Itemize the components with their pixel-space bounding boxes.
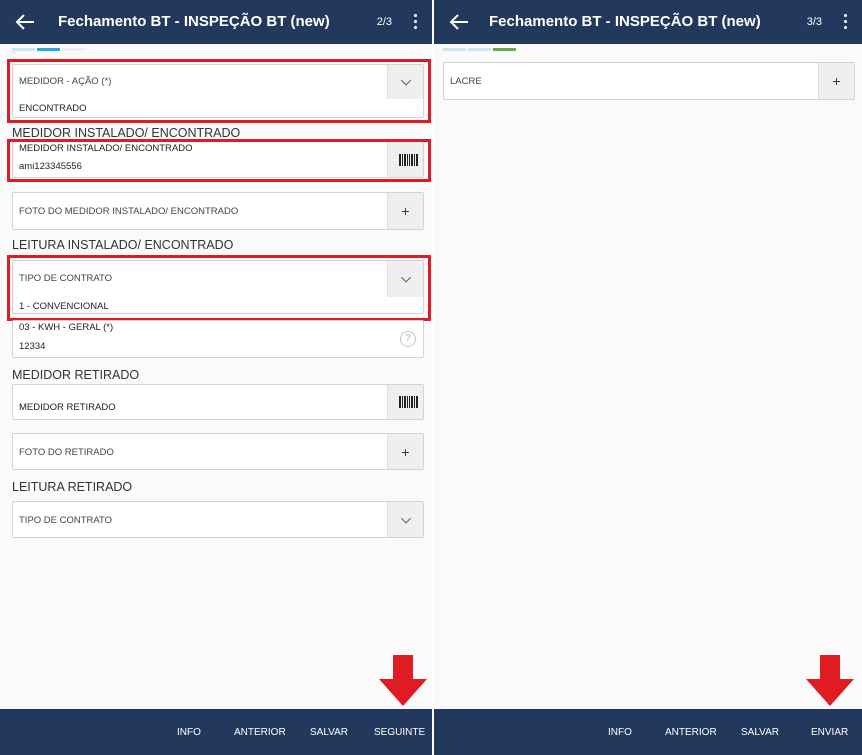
more-vertical-icon[interactable] [842, 14, 848, 30]
send-button[interactable]: ENVIAR [811, 727, 848, 738]
section-title: LEITURA INSTALADO/ ENCONTRADO [12, 238, 234, 252]
app-bar: Fechamento BT - INSPEÇÃO BT (new) 3/3 [434, 0, 862, 44]
plus-icon: + [401, 203, 410, 219]
screen-step-3: Fechamento BT - INSPEÇÃO BT (new) 3/3 LA… [434, 0, 862, 755]
bottom-action-bar: INFO ANTERIOR SALVAR ENVIAR [434, 709, 862, 755]
lacre-field[interactable]: LACRE + [443, 62, 855, 100]
save-button[interactable]: SALVAR [741, 727, 779, 738]
previous-button[interactable]: ANTERIOR [234, 727, 286, 738]
app-bar: Fechamento BT - INSPEÇÃO BT (new) 2/3 [0, 0, 432, 44]
kwh-geral-field[interactable]: 03 - KWH - GERAL (*) 12334 ? [12, 320, 424, 358]
field-label: MEDIDOR RETIRADO [19, 402, 116, 413]
help-icon[interactable]: ? [400, 331, 416, 347]
step-3-indicator [493, 48, 516, 51]
step-counter: 3/3 [806, 16, 822, 28]
highlight-box [7, 59, 431, 123]
page-title: Fechamento BT - INSPEÇÃO BT (new) [58, 13, 330, 30]
previous-button[interactable]: ANTERIOR [665, 727, 717, 738]
step-3-indicator [62, 48, 85, 51]
save-button[interactable]: SALVAR [310, 727, 348, 738]
arrow-down-icon [806, 655, 854, 706]
add-lacre-button[interactable]: + [818, 63, 854, 99]
step-indicator [443, 48, 516, 51]
step-indicator [12, 48, 85, 51]
chevron-down-icon [400, 513, 411, 524]
dropdown-button[interactable] [387, 502, 423, 537]
tipo-contrato-retirado-select[interactable]: TIPO DE CONTRATO [12, 501, 424, 538]
step-1-indicator [443, 48, 466, 51]
foto-retirado-field[interactable]: FOTO DO RETIRADO + [12, 433, 424, 470]
field-label: 03 - KWH - GERAL (*) [19, 322, 114, 333]
field-label: FOTO DO MEDIDOR INSTALADO/ ENCONTRADO [19, 206, 239, 217]
field-value: 12334 [19, 341, 46, 352]
highlight-box [7, 255, 431, 321]
field-label: FOTO DO RETIRADO [19, 447, 114, 458]
step-2-indicator [468, 48, 491, 51]
more-vertical-icon[interactable] [412, 14, 418, 30]
scan-barcode-button[interactable] [387, 385, 423, 419]
section-title: MEDIDOR INSTALADO/ ENCONTRADO [12, 126, 241, 140]
next-button[interactable]: SEGUINTE [374, 727, 425, 738]
highlight-box [7, 139, 431, 182]
field-label: TIPO DE CONTRATO [19, 515, 113, 526]
back-arrow-icon[interactable] [14, 12, 36, 32]
foto-medidor-instalado-field[interactable]: FOTO DO MEDIDOR INSTALADO/ ENCONTRADO + [12, 192, 424, 230]
field-label: LACRE [450, 76, 482, 87]
bottom-action-bar: INFO ANTERIOR SALVAR SEGUINTE [0, 709, 432, 755]
step-1-indicator [12, 48, 35, 51]
medidor-retirado-field[interactable]: MEDIDOR RETIRADO [12, 384, 424, 420]
screen-step-2: Fechamento BT - INSPEÇÃO BT (new) 2/3 ME… [0, 0, 432, 755]
add-photo-button[interactable]: + [387, 434, 423, 469]
step-2-indicator [37, 48, 60, 51]
section-title: MEDIDOR RETIRADO [12, 368, 140, 382]
back-arrow-icon[interactable] [448, 12, 470, 32]
section-title: LEITURA RETIRADO [12, 480, 133, 494]
info-button[interactable]: INFO [177, 727, 201, 738]
barcode-icon [399, 396, 419, 408]
plus-icon: + [401, 443, 410, 460]
arrow-down-icon [379, 655, 427, 706]
step-counter: 2/3 [376, 16, 392, 28]
add-photo-button[interactable]: + [387, 193, 423, 229]
page-title: Fechamento BT - INSPEÇÃO BT (new) [489, 13, 761, 30]
plus-icon: + [832, 73, 841, 89]
info-button[interactable]: INFO [608, 727, 632, 738]
